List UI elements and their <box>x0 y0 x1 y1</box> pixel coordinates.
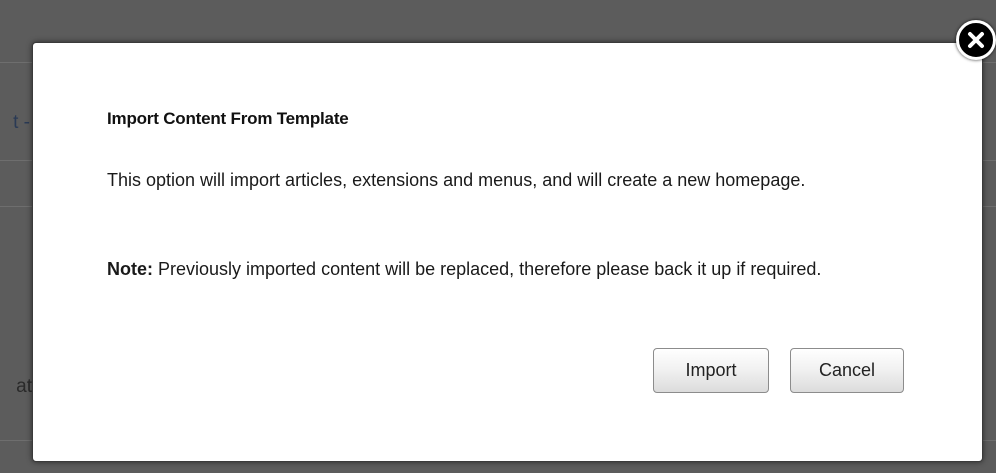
dialog-title: Import Content From Template <box>107 109 349 128</box>
note-label: Note: <box>107 259 153 279</box>
cancel-button[interactable]: Cancel <box>790 348 904 393</box>
close-icon <box>968 32 984 48</box>
dialog-description: This option will import articles, extens… <box>107 170 806 190</box>
import-content-dialog: Import Content From Template This option… <box>32 42 983 462</box>
background-text-fragment: at <box>16 376 32 397</box>
dialog-note: Note: Previously imported content will b… <box>107 257 927 281</box>
import-button[interactable]: Import <box>653 348 769 393</box>
note-text: Previously imported content will be repl… <box>153 259 822 279</box>
close-dialog-button[interactable] <box>956 20 996 60</box>
background-text-fragment: t - <box>13 112 30 133</box>
